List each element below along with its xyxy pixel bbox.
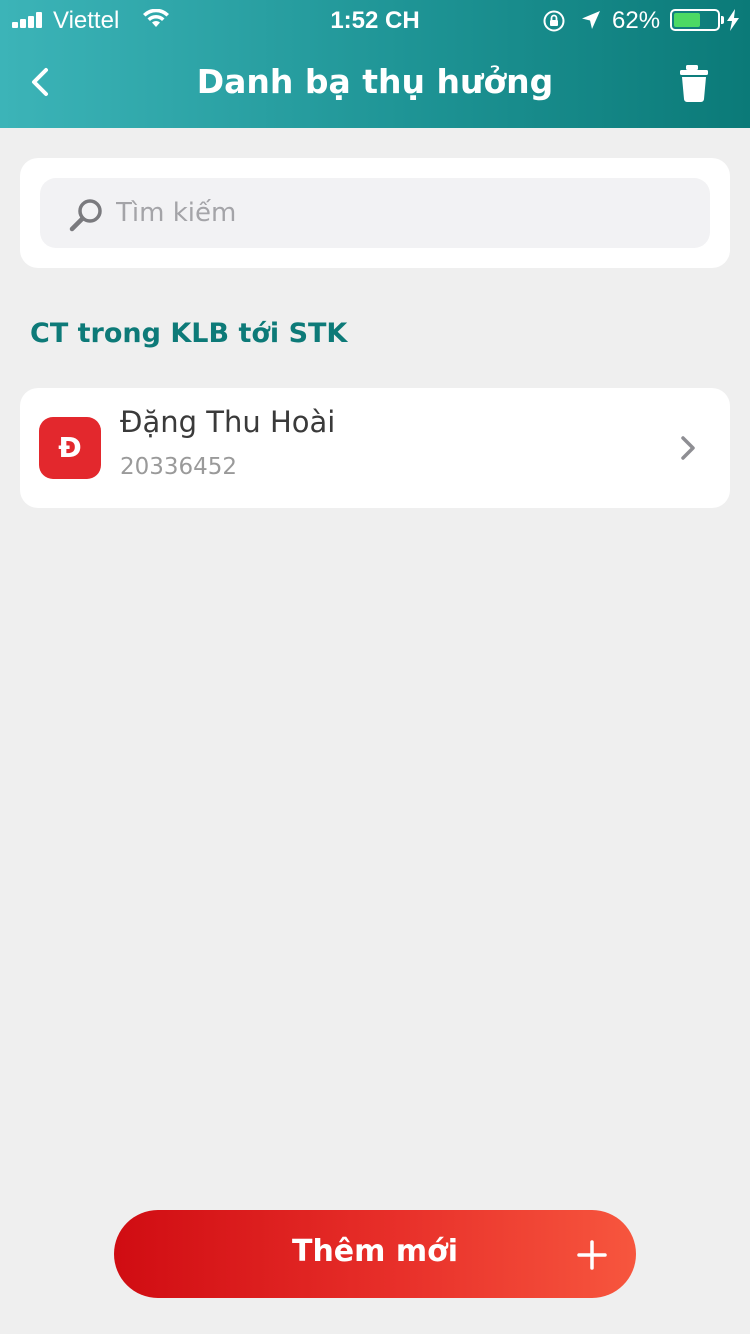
- charging-bolt-icon: [727, 9, 739, 31]
- search-box[interactable]: [40, 178, 710, 248]
- app-header: Viettel 1:52 CH 62% Danh bạ thụ hưởng: [0, 0, 750, 128]
- status-bar: Viettel 1:52 CH 62%: [0, 0, 750, 40]
- delete-button[interactable]: [670, 62, 718, 106]
- battery-level: [674, 13, 700, 27]
- orientation-lock-icon: [543, 10, 565, 32]
- contact-list-item[interactable]: Đ Đặng Thu Hoài 20336452: [20, 388, 730, 508]
- search-input[interactable]: [116, 178, 696, 248]
- contact-account-number: 20336452: [120, 454, 238, 480]
- add-new-button[interactable]: Thêm mới: [114, 1210, 636, 1298]
- search-icon: [69, 199, 102, 232]
- contact-avatar: Đ: [39, 417, 101, 479]
- trash-icon: [680, 65, 708, 102]
- contact-name: Đặng Thu Hoài: [120, 405, 336, 439]
- page-title: Danh bạ thụ hưởng: [196, 62, 554, 101]
- battery-percent: 62%: [612, 7, 661, 34]
- location-arrow-icon: [582, 11, 600, 29]
- add-new-label: Thêm mới: [291, 1234, 459, 1269]
- section-title: CT trong KLB tới STK: [30, 318, 348, 349]
- chevron-right-icon: [681, 436, 695, 460]
- plus-icon: [577, 1240, 607, 1270]
- search-card: [20, 158, 730, 268]
- battery-icon: [670, 9, 724, 31]
